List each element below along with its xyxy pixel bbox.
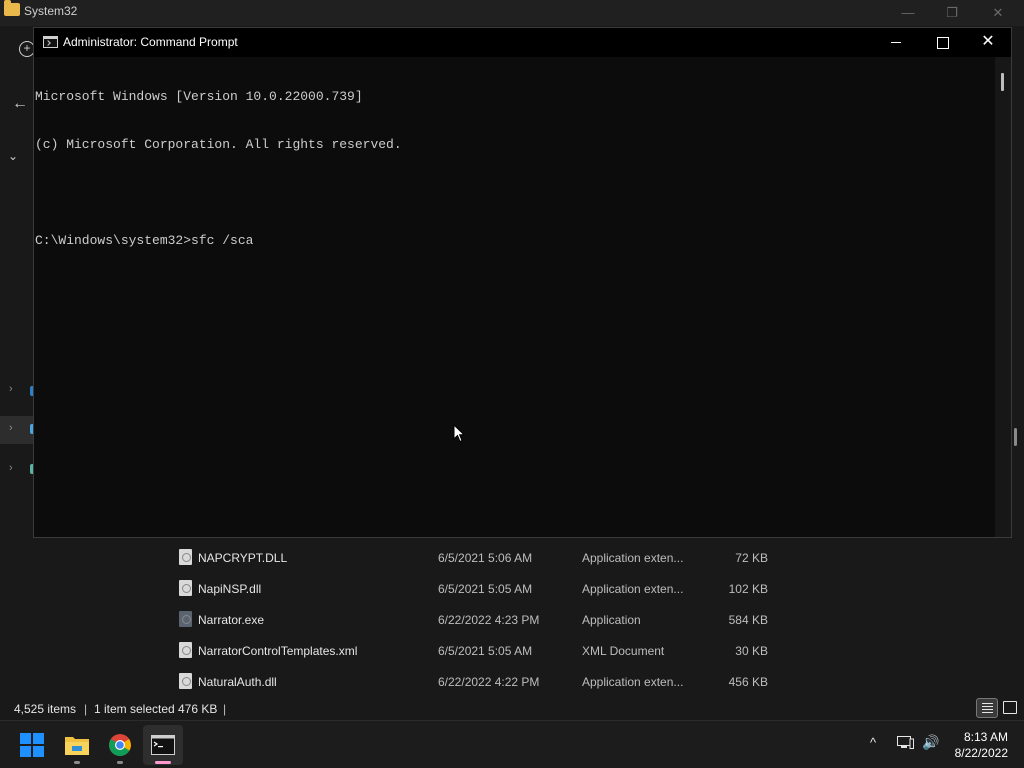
- nav-expand-chevron-icon[interactable]: ›: [9, 422, 13, 434]
- file-size: 102 KB: [728, 582, 768, 596]
- taskbar: ^ 🔊 8:13 AM 8/22/2022: [0, 720, 1024, 768]
- command-prompt-window: Administrator: Command Prompt ✕ Microsof…: [33, 27, 1012, 538]
- file-size: 30 KB: [735, 644, 768, 658]
- taskbar-chrome-button[interactable]: [100, 725, 140, 765]
- console-output[interactable]: Microsoft Windows [Version 10.0.22000.73…: [34, 57, 994, 537]
- file-date: 6/5/2021 5:06 AM: [438, 551, 533, 565]
- file-name: NarratorControlTemplates.xml: [198, 644, 358, 658]
- show-hidden-icons-chevron-icon[interactable]: ^: [870, 735, 876, 750]
- details-view-icon[interactable]: [976, 698, 998, 718]
- chevron-down-icon[interactable]: ⌄: [8, 149, 18, 163]
- file-size: 456 KB: [728, 675, 768, 689]
- explorer-close-button[interactable]: ✕: [989, 4, 1007, 22]
- file-type: Application exten...: [582, 551, 684, 565]
- explorer-restore-button[interactable]: ❐: [943, 4, 961, 22]
- file-name: NAPCRYPT.DLL: [198, 551, 288, 565]
- start-button[interactable]: [12, 725, 52, 765]
- cmd-maximize-button[interactable]: [919, 28, 965, 57]
- taskbar-file-explorer-button[interactable]: [57, 725, 97, 765]
- large-icons-view-icon[interactable]: [1000, 698, 1020, 718]
- command-prompt-icon[interactable]: [43, 36, 58, 48]
- explorer-title: System32: [24, 4, 78, 18]
- cmd-minimize-button[interactable]: [873, 28, 919, 57]
- chrome-icon: [109, 734, 131, 756]
- console-prompt-line[interactable]: C:\Windows\system32>sfc /sca: [35, 233, 402, 249]
- nav-expand-chevron-icon[interactable]: ›: [9, 462, 13, 474]
- status-selected-size: 476 KB: [178, 702, 218, 716]
- explorer-scrollbar-thumb[interactable]: [1014, 428, 1017, 446]
- file-type: XML Document: [582, 644, 665, 658]
- status-bar: 4,525 items | 1 item selected 476 KB |: [0, 696, 1024, 720]
- network-icon[interactable]: [897, 736, 914, 749]
- exe-file-icon: [179, 611, 192, 627]
- file-size: 72 KB: [735, 551, 768, 565]
- cmd-scrollbar-thumb[interactable]: [1001, 73, 1004, 91]
- clock-date[interactable]: 8/22/2022: [940, 746, 1008, 760]
- file-row[interactable]: NaturalAuth.dll 6/22/2022 4:22 PM Applic…: [160, 666, 780, 697]
- dll-file-icon: [179, 673, 192, 689]
- status-separator: |: [84, 702, 88, 716]
- file-type: Application exten...: [582, 675, 684, 689]
- file-name: NaturalAuth.dll: [198, 675, 277, 689]
- file-row[interactable]: NAPCRYPT.DLL 6/5/2021 5:06 AM Applicatio…: [160, 542, 780, 573]
- running-indicator: [74, 761, 80, 764]
- file-row[interactable]: Narrator.exe 6/22/2022 4:23 PM Applicati…: [160, 604, 780, 635]
- file-date: 6/22/2022 4:23 PM: [438, 613, 540, 627]
- file-name: Narrator.exe: [198, 613, 265, 627]
- active-indicator: [155, 761, 171, 764]
- nav-expand-chevron-icon[interactable]: ›: [9, 383, 13, 395]
- status-separator: |: [223, 702, 227, 716]
- windows-logo-icon: [20, 733, 44, 757]
- dll-file-icon: [179, 549, 192, 565]
- file-type: Application exten...: [582, 582, 684, 596]
- file-size: 584 KB: [728, 613, 768, 627]
- cmd-title: Administrator: Command Prompt: [63, 35, 238, 49]
- clock-time[interactable]: 8:13 AM: [940, 730, 1008, 744]
- file-row[interactable]: NapiNSP.dll 6/5/2021 5:05 AM Application…: [160, 573, 780, 604]
- running-indicator: [117, 761, 123, 764]
- cmd-close-button[interactable]: ✕: [965, 28, 1011, 57]
- file-name: NapiNSP.dll: [198, 582, 262, 596]
- file-date: 6/5/2021 5:05 AM: [438, 644, 533, 658]
- status-item-count: 4,525 items: [14, 702, 77, 716]
- file-date: 6/22/2022 4:22 PM: [438, 675, 540, 689]
- cmd-titlebar[interactable]: Administrator: Command Prompt ✕: [34, 28, 1011, 57]
- file-type: Application: [582, 613, 641, 627]
- back-arrow-icon[interactable]: ←: [12, 95, 28, 113]
- console-line: (c) Microsoft Corporation. All rights re…: [35, 137, 402, 152]
- command-prompt-icon: [151, 735, 175, 755]
- folder-icon: [4, 0, 20, 16]
- explorer-titlebar[interactable]: System32 — ❐ ✕: [0, 0, 1024, 26]
- explorer-minimize-button[interactable]: —: [899, 4, 917, 22]
- console-line: Microsoft Windows [Version 10.0.22000.73…: [35, 89, 363, 104]
- cmd-scrollbar[interactable]: [995, 57, 1011, 537]
- xml-file-icon: [179, 642, 192, 658]
- file-explorer-icon: [65, 737, 89, 755]
- volume-icon[interactable]: 🔊: [922, 734, 939, 751]
- file-date: 6/5/2021 5:05 AM: [438, 582, 533, 596]
- taskbar-command-prompt-button[interactable]: [143, 725, 183, 765]
- file-row[interactable]: NarratorControlTemplates.xml 6/5/2021 5:…: [160, 635, 780, 666]
- status-selected-count: 1 item selected: [94, 702, 175, 716]
- dll-file-icon: [179, 580, 192, 596]
